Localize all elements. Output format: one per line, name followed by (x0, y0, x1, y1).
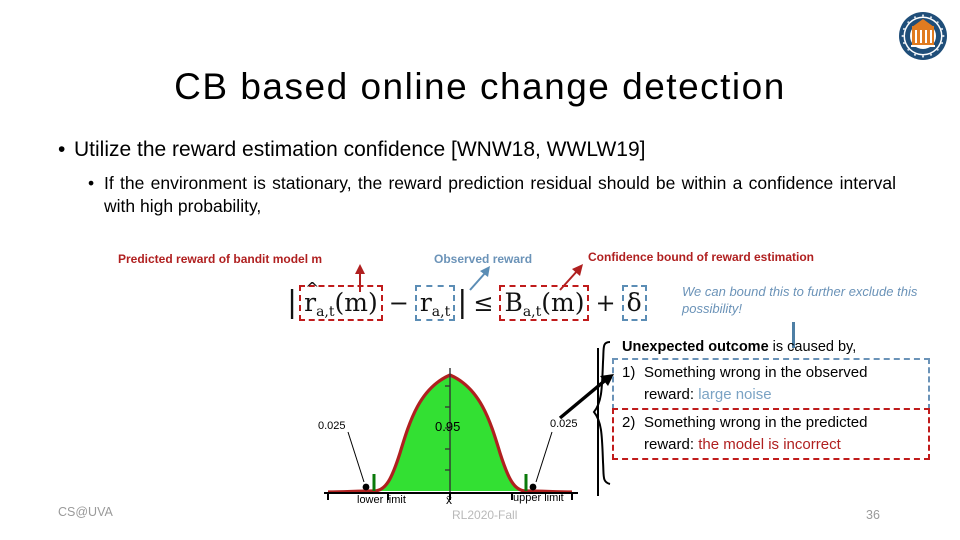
outcome-cause-1-body: Something wrong in the observed reward: … (644, 362, 914, 406)
delta-symbol: δ (626, 288, 642, 317)
leq-operator: ≤ (473, 289, 494, 317)
normal-distribution-chart: 0.025 0.95 0.025 lower limit x̄ upper li… (300, 348, 600, 526)
label-we-can-bound: We can bound this to further exclude thi… (682, 284, 918, 316)
bullet-level1: • Utilize the reward estimation confidenc… (58, 137, 918, 163)
outcome-curly-brace (592, 341, 611, 485)
predicted-argument: (m) (334, 288, 378, 317)
chart-mean-label: x̄ (446, 493, 452, 507)
abs-bar-open: | (287, 285, 298, 320)
outcome-cause-1: 1) Something wrong in the observed reward… (612, 358, 930, 410)
formula-bound-box: Ba,t (m) (499, 285, 590, 321)
footer-course-label: CS@UVA (58, 505, 113, 519)
outcome-cause-1-number: 1) (622, 364, 636, 381)
bullet-level2-text: If the environment is stationary, the re… (104, 173, 896, 216)
slide-canvas: CB based online change detection • Utiliz… (0, 0, 960, 540)
outcome-heading: Unexpected outcome is caused by, (622, 338, 930, 357)
observed-r-letter: r (419, 288, 432, 317)
bullet-level1-text: Utilize the reward estimation confidence… (74, 138, 646, 161)
plus-operator: + (595, 289, 616, 317)
predicted-subscript: a,t (316, 304, 335, 320)
formula-predicted-reward-box: ^ r a,t (m) (299, 279, 383, 321)
bound-b-letter: B (504, 288, 523, 317)
bound-subscript: a,t (522, 304, 542, 320)
chart-left-tail-label: 0.025 (318, 420, 346, 432)
formula-observed-reward-box: r a,t (414, 285, 456, 321)
page-title: CB based online change detection (174, 66, 786, 107)
hat-accent: ^ (305, 279, 320, 299)
chart-center-area-label: 0.95 (435, 419, 461, 434)
formula-delta-box: δ (621, 285, 647, 321)
chart-right-tail-dot (529, 483, 537, 491)
bound-argument: (m) (541, 288, 585, 317)
outcome-heading-rest: is caused by, (768, 339, 857, 355)
chart-lower-limit-label: lower limit (357, 494, 406, 506)
minus-operator: − (388, 289, 409, 317)
outcome-cause-2-body: Something wrong in the predicted reward:… (644, 412, 914, 456)
abs-bar-close: | (457, 285, 468, 320)
predicted-r-symbol: ^ r (304, 279, 319, 317)
chart-left-leader (347, 431, 365, 483)
outcome-heading-bold: Unexpected outcome (622, 339, 769, 355)
chart-right-leader (535, 431, 553, 483)
uva-seal-logo (897, 10, 949, 62)
chart-left-tail-dot (362, 483, 370, 491)
outcome-cause-2-number: 2) (622, 414, 636, 431)
outcome-cause-2-highlight: the model is incorrect (698, 436, 841, 453)
bullet-level2: • If the environment is stationary, the r… (86, 172, 896, 218)
confidence-inequality-formula: | ^ r a,t (m) − r a,t | ≤ Ba,t (m) + δ (286, 279, 648, 324)
chart-upper-limit-label: upper limit (513, 492, 564, 504)
slide-watermark: RL2020-Fall (452, 508, 518, 522)
outcome-cause-1-highlight: large noise (698, 386, 772, 403)
bullet-marker: • (58, 138, 66, 161)
bullet-marker-sub: • (88, 173, 95, 193)
observed-subscript: a,t (431, 304, 451, 320)
unexpected-outcome-block: Unexpected outcome is caused by, 1) Somet… (612, 338, 930, 460)
footer-page-number: 36 (866, 508, 880, 522)
outcome-cause-2: 2) Something wrong in the predicted rewar… (612, 408, 930, 460)
